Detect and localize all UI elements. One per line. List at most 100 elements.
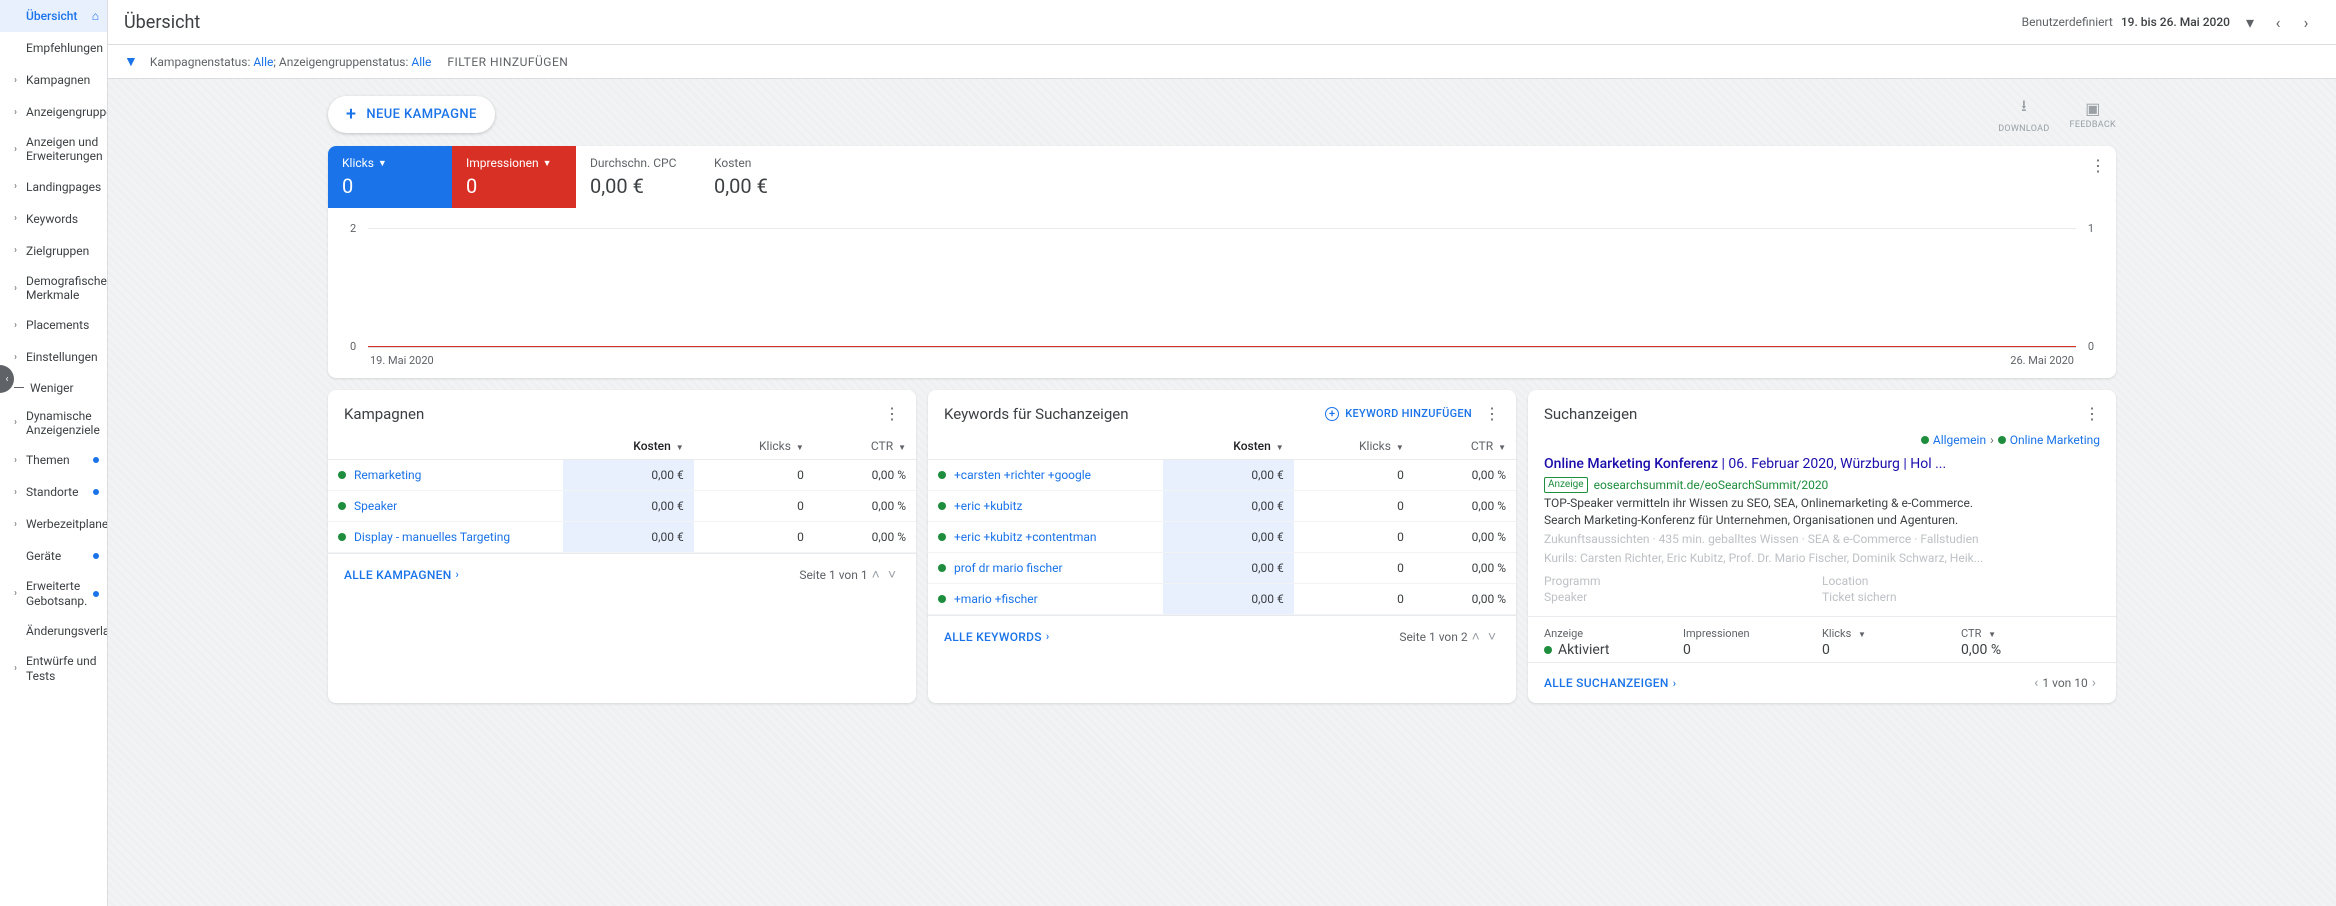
ad-sitelinks: Programm Speaker Location Ticket sichern <box>1544 573 2100 607</box>
metric-tile[interactable]: Impressionen▼0 <box>452 146 576 208</box>
table-row[interactable]: +mario +fischer0,00 €00,00 % <box>928 584 1516 615</box>
add-filter-button[interactable]: FILTER HINZUFÜGEN <box>447 55 568 69</box>
table-row[interactable]: Display - manuelles Targeting0,00 €00,00… <box>328 522 916 553</box>
date-prev-icon[interactable]: ‹ <box>2264 8 2292 36</box>
sidebar-item[interactable]: ›Anzeigengruppen <box>0 96 107 128</box>
row-name-link[interactable]: Remarketing <box>354 468 421 482</box>
sidebar-item-label: Dynamische Anzeigenziele <box>26 409 100 438</box>
table-row[interactable]: Speaker0,00 €00,00 % <box>328 491 916 522</box>
all-campaigns-link[interactable]: ALLE KAMPAGNEN› <box>344 568 459 582</box>
table-row[interactable]: +eric +kubitz0,00 €00,00 % <box>928 491 1516 522</box>
keywords-panel: Keywords für Suchanzeigen + KEYWORD HINZ… <box>928 390 1516 703</box>
date-next-icon[interactable]: › <box>2292 8 2320 36</box>
kw-col-klicks[interactable]: Klicks ▼ <box>1294 433 1414 460</box>
ad-preview[interactable]: Online Marketing Konferenz | 06. Februar… <box>1528 455 2116 616</box>
breadcrumb-campaign[interactable]: Allgemein <box>1933 433 1986 447</box>
sidebar-item[interactable]: ›Standorte <box>0 476 107 508</box>
ads-menu-icon[interactable]: ⋮ <box>2084 404 2100 423</box>
sidebar-item[interactable]: Änderungsverlauf <box>0 615 107 647</box>
sidebar-item[interactable]: Übersicht⌂ <box>0 0 107 32</box>
row-name-link[interactable]: +eric +kubitz <box>954 499 1022 513</box>
all-keywords-link[interactable]: ALLE KEYWORDS› <box>944 630 1049 644</box>
metrics-menu-icon[interactable]: ⋮ <box>2090 156 2106 175</box>
col-ctr[interactable]: CTR ▼ <box>814 433 916 460</box>
status-dot-icon <box>338 533 346 541</box>
sidebar-item[interactable]: ›Demografische Merkmale <box>0 267 107 310</box>
sidebar-item[interactable]: ›Werbezeitplaner <box>0 508 107 540</box>
date-range-value[interactable]: 19. bis 26. Mai 2020 <box>2121 15 2230 29</box>
keywords-menu-icon[interactable]: ⋮ <box>1484 404 1500 423</box>
sidebar-item[interactable]: Empfehlungen <box>0 32 107 64</box>
sidebar-item[interactable]: ›Einstellungen <box>0 342 107 374</box>
plus-circle-icon: + <box>1325 407 1339 421</box>
row-name-link[interactable]: Speaker <box>354 499 397 513</box>
ad-structured-snippet: Kurils: Carsten Richter, Eric Kubitz, Pr… <box>1544 550 2100 567</box>
col-klicks[interactable]: Klicks ▼ <box>694 433 814 460</box>
sidebar: Übersicht⌂Empfehlungen›Kampagnen›Anzeige… <box>0 0 108 906</box>
campaigns-table: Kosten ▼ Klicks ▼ CTR ▼ Remarketing0,00 … <box>328 433 916 553</box>
table-row[interactable]: +carsten +richter +google0,00 €00,00 % <box>928 460 1516 491</box>
campaigns-pager-up-icon[interactable]: ˄ <box>872 566 880 583</box>
kw-col-kosten[interactable]: Kosten ▼ <box>1163 433 1294 460</box>
campaigns-menu-icon[interactable]: ⋮ <box>884 404 900 423</box>
chevron-right-icon: › <box>14 417 24 428</box>
date-range-label: Benutzerdefiniert <box>2022 15 2113 29</box>
sidebar-item[interactable]: ›Landingpages <box>0 171 107 203</box>
breadcrumb-adgroup[interactable]: Online Marketing <box>2010 433 2100 447</box>
ads-pager-prev-icon[interactable]: ‹ <box>2034 675 2038 691</box>
keywords-pager-text: Seite 1 von 2 <box>1399 630 1467 644</box>
sidebar-item-label: Landingpages <box>26 180 101 194</box>
filter-icon[interactable]: ▼ <box>124 53 138 70</box>
chevron-right-icon: › <box>14 352 24 363</box>
sidebar-item[interactable]: ›Kampagnen <box>0 64 107 96</box>
chart-start-date: 19. Mai 2020 <box>370 354 434 367</box>
keywords-pager-up-icon[interactable]: ˄ <box>1472 628 1480 645</box>
row-name-link[interactable]: +mario +fischer <box>954 592 1038 606</box>
feedback-button[interactable]: ▣ FEEDBACK <box>2070 99 2116 130</box>
sidebar-item[interactable]: ›Themen <box>0 444 107 476</box>
new-campaign-button[interactable]: + NEUE KAMPAGNE <box>328 96 495 133</box>
row-name-link[interactable]: prof dr mario fischer <box>954 561 1063 575</box>
sidebar-item[interactable]: ›Keywords <box>0 203 107 235</box>
row-name-link[interactable]: Display - manuelles Targeting <box>354 530 510 544</box>
table-row[interactable]: prof dr mario fischer0,00 €00,00 % <box>928 553 1516 584</box>
row-name-link[interactable]: +carsten +richter +google <box>954 468 1091 482</box>
ad-desc-2: Search Marketing-Konferenz für Unternehm… <box>1544 512 2100 529</box>
download-button[interactable]: ⭳ DOWNLOAD <box>1998 95 2049 134</box>
sidebar-item[interactable]: ›Anzeigen und Erweiterungen <box>0 128 107 171</box>
kw-col-ctr[interactable]: CTR ▼ <box>1414 433 1516 460</box>
ads-pager-next-icon[interactable]: › <box>2092 675 2096 691</box>
chart-series-line <box>368 346 2076 347</box>
chevron-right-icon: › <box>14 663 24 674</box>
metric-tile[interactable]: Klicks▼0 <box>328 146 452 208</box>
row-name-link[interactable]: +eric +kubitz +contentman <box>954 530 1097 544</box>
campaigns-pager-text: Seite 1 von 1 <box>799 568 867 582</box>
metric-tile[interactable]: Durchschn. CPC0,00 € <box>576 146 700 208</box>
sidebar-item-label: Geräte <box>26 549 93 563</box>
sidebar-item[interactable]: ›Zielgruppen <box>0 235 107 267</box>
sidebar-item[interactable]: ›Dynamische Anzeigenziele <box>0 402 107 445</box>
campaigns-pager-down-icon[interactable]: ˅ <box>888 566 896 583</box>
status-dot-icon <box>338 471 346 479</box>
table-row[interactable]: Remarketing0,00 €00,00 % <box>328 460 916 491</box>
metric-tile[interactable]: Kosten0,00 € <box>700 146 824 208</box>
ads-title: Suchanzeigen <box>1544 405 1637 423</box>
add-keyword-button[interactable]: + KEYWORD HINZUFÜGEN <box>1325 407 1472 421</box>
metric-label: Impressionen▼ <box>466 156 562 170</box>
filter-status-text[interactable]: Kampagnenstatus: Alle; Anzeigengruppenst… <box>150 55 432 69</box>
sidebar-item[interactable]: ›Placements <box>0 310 107 342</box>
sidebar-less-toggle[interactable]: Weniger <box>0 374 107 402</box>
keywords-pager-down-icon[interactable]: ˅ <box>1488 628 1496 645</box>
table-row[interactable]: +eric +kubitz +contentman0,00 €00,00 % <box>928 522 1516 553</box>
col-kosten[interactable]: Kosten ▼ <box>563 433 694 460</box>
indicator-dot-icon <box>93 553 99 559</box>
status-dot-icon <box>338 502 346 510</box>
date-dropdown-icon[interactable]: ▾ <box>2236 8 2264 36</box>
sidebar-item[interactable]: ›Erweiterte Gebotsanp. <box>0 572 107 615</box>
sidebar-item[interactable]: ›Entwürfe und Tests <box>0 647 107 690</box>
filter-bar: ▼ Kampagnenstatus: Alle; Anzeigengruppen… <box>108 45 2336 79</box>
sidebar-item[interactable]: Geräte <box>0 540 107 572</box>
all-ads-link[interactable]: ALLE SUCHANZEIGEN› <box>1544 676 1676 690</box>
status-dot-icon <box>938 471 946 479</box>
chevron-right-icon: › <box>14 487 24 498</box>
